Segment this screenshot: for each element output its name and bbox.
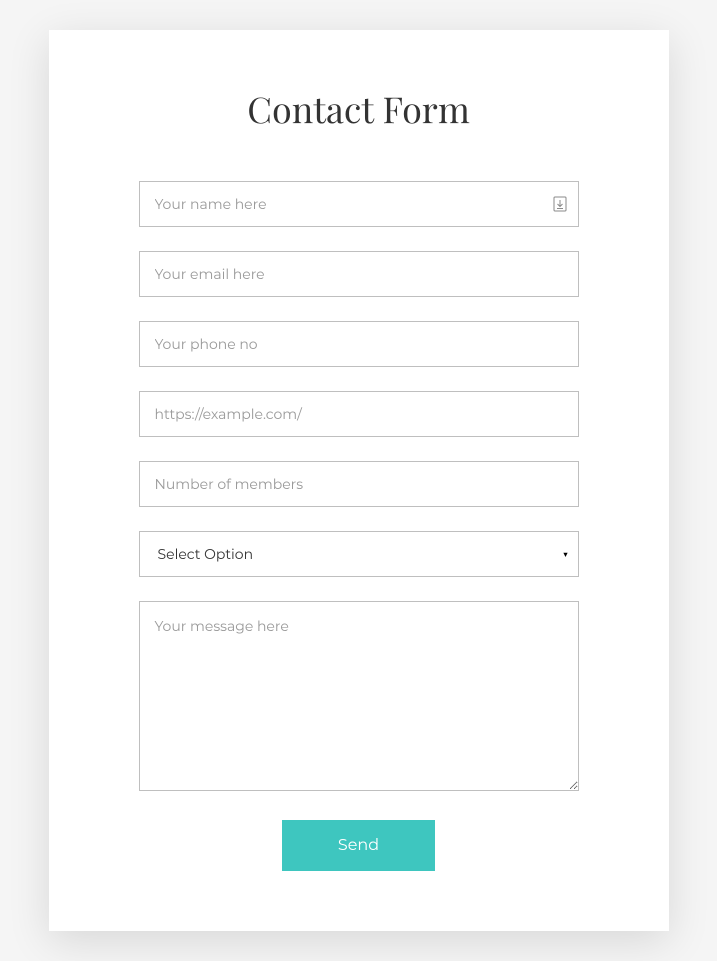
option-select[interactable]: Select Option — [139, 531, 579, 577]
message-textarea[interactable] — [139, 601, 579, 791]
email-input[interactable] — [139, 251, 579, 297]
phone-input[interactable] — [139, 321, 579, 367]
members-row — [139, 461, 579, 507]
select-row: Select Option ▼ — [139, 531, 579, 577]
send-button[interactable]: Send — [282, 820, 435, 871]
url-row — [139, 391, 579, 437]
url-input[interactable] — [139, 391, 579, 437]
phone-row — [139, 321, 579, 367]
contact-form-card: Contact Form Select Option ▼ Send — [49, 30, 669, 931]
form-title: Contact Form — [139, 85, 579, 133]
email-row — [139, 251, 579, 297]
name-row — [139, 181, 579, 227]
members-input[interactable] — [139, 461, 579, 507]
message-row — [139, 601, 579, 796]
submit-row: Send — [139, 820, 579, 871]
name-input[interactable] — [139, 181, 579, 227]
